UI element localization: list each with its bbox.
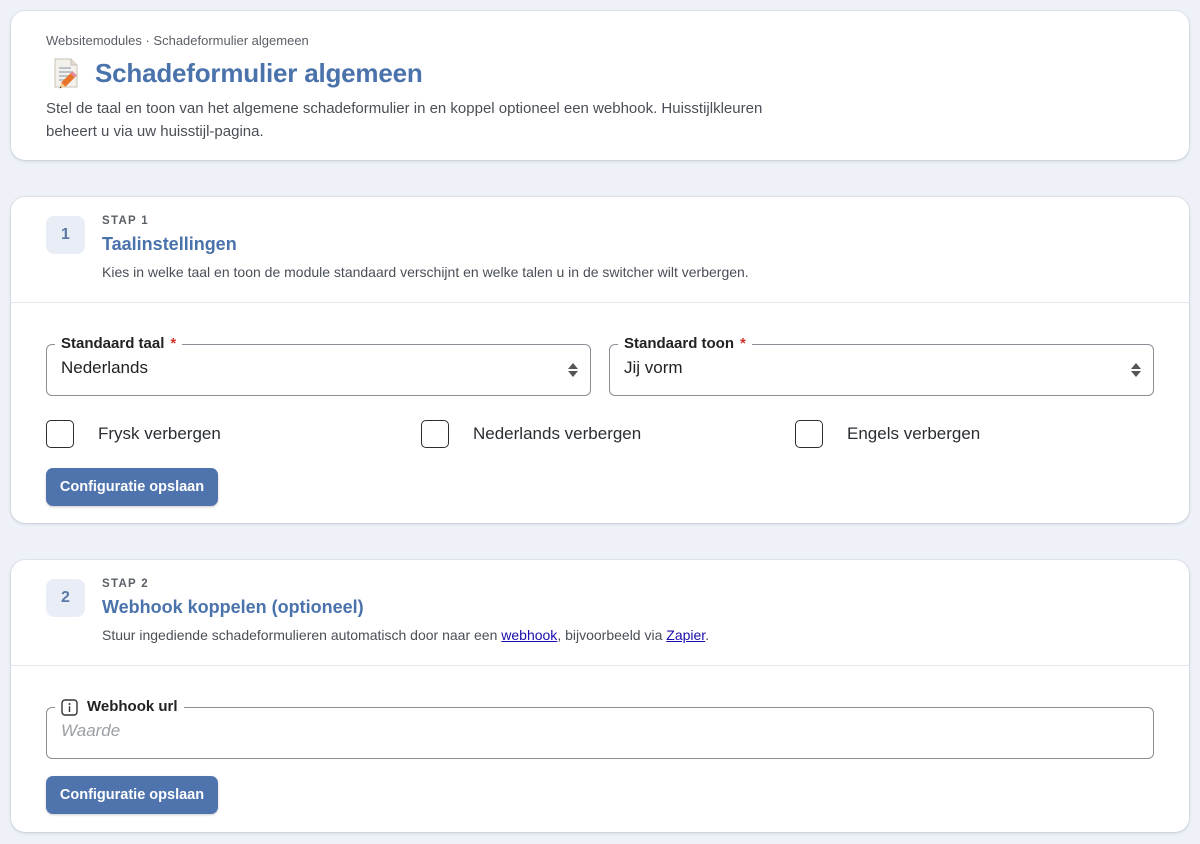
- required-mark: *: [170, 335, 177, 352]
- step2-title: Webhook koppelen (optioneel): [102, 597, 364, 617]
- checkbox-hide-nederlands[interactable]: Nederlands verbergen: [421, 420, 641, 448]
- desc-text-after: .: [705, 627, 710, 643]
- checkbox-label: Frysk verbergen: [98, 424, 221, 443]
- webhook-label-text: Webhook url: [87, 698, 178, 715]
- step1-title: Taalinstellingen: [102, 234, 237, 254]
- language-select[interactable]: Standaard taal * Nederlands: [46, 334, 591, 396]
- zapier-link[interactable]: Zapier: [666, 627, 705, 643]
- checkbox-hide-frysk[interactable]: Frysk verbergen: [46, 420, 221, 448]
- checkbox-label: Engels verbergen: [847, 424, 981, 443]
- desc-text-before: Stuur ingediende schadeformulieren autom…: [102, 627, 502, 643]
- language-label-text: Standaard taal: [61, 335, 165, 352]
- page-title: Schadeformulier algemeen: [95, 57, 423, 88]
- step1-kicker: STAP 1: [102, 215, 149, 227]
- step2-description: Stuur ingediende schadeformulieren autom…: [102, 627, 709, 643]
- step2-number-badge: 2: [46, 579, 85, 617]
- checkbox-hide-engels[interactable]: Engels verbergen: [795, 420, 980, 448]
- desc-text-middle: , bijvoorbeeld via: [557, 627, 667, 643]
- webhook-url-placeholder: Waarde: [61, 721, 121, 740]
- checkbox-box[interactable]: [421, 420, 449, 448]
- step1-description: Kies in welke taal en toon de module sta…: [102, 264, 749, 280]
- language-select-value: Nederlands: [61, 358, 148, 377]
- webhook-url-field[interactable]: Webhook url Waarde: [46, 697, 1154, 759]
- checkbox-box[interactable]: [795, 420, 823, 448]
- step1-number-badge: 1: [46, 216, 85, 254]
- info-icon[interactable]: [61, 698, 78, 716]
- sort-arrows-icon: [1131, 363, 1141, 377]
- save-config-button[interactable]: Configuratie opslaan: [46, 468, 218, 506]
- header-card: Websitemodules · Schadeformulier algemee…: [11, 11, 1189, 160]
- save-config-button[interactable]: Configuratie opslaan: [46, 776, 218, 814]
- checkbox-box[interactable]: [46, 420, 74, 448]
- tone-select-label: Standaard toon *: [618, 334, 752, 354]
- tone-select-value: Jij vorm: [624, 358, 683, 377]
- memo-pencil-icon: [54, 58, 78, 89]
- title-row: Schadeformulier algemeen: [51, 57, 423, 89]
- tone-select[interactable]: Standaard toon * Jij vorm: [609, 334, 1154, 396]
- step2-divider: [11, 665, 1189, 666]
- step2-card: 2 STAP 2 Webhook koppelen (optioneel) St…: [11, 560, 1189, 832]
- checkbox-label: Nederlands verbergen: [473, 424, 642, 443]
- step1-divider: [11, 302, 1189, 303]
- header-description: Stel de taal en toon van het algemene sc…: [46, 100, 763, 140]
- webhook-url-label: Webhook url: [55, 697, 184, 717]
- step1-card: 1 STAP 1 Taalinstellingen Kies in welke …: [11, 197, 1189, 523]
- language-select-label: Standaard taal *: [55, 334, 183, 354]
- required-mark: *: [740, 335, 746, 352]
- sort-arrows-icon: [568, 363, 578, 377]
- tone-label-text: Standaard toon: [624, 335, 735, 352]
- step2-kicker: STAP 2: [102, 578, 149, 590]
- webhook-link[interactable]: webhook: [501, 627, 557, 643]
- breadcrumb: Websitemodules · Schadeformulier algemee…: [46, 33, 309, 48]
